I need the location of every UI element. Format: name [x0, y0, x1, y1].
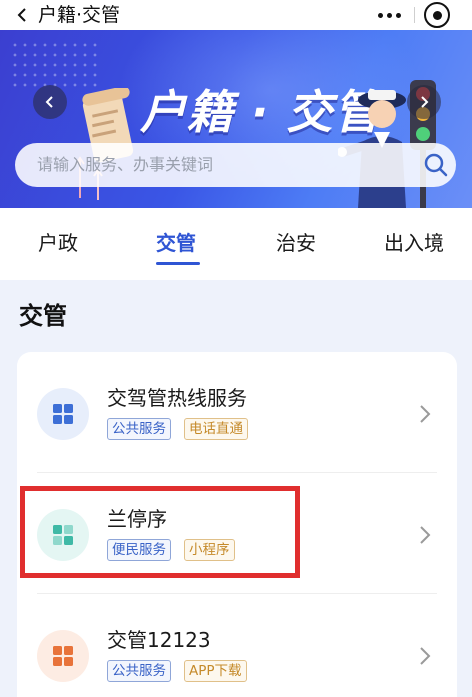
- nav-bar: 户籍·交管: [0, 0, 472, 30]
- chevron-right-icon: [420, 526, 431, 544]
- service-tag: 公共服务: [107, 418, 171, 440]
- service-tag: APP下载: [184, 660, 247, 682]
- list-item-12123[interactable]: 交管12123 公共服务 APP下载: [17, 594, 457, 697]
- active-tab-indicator: [156, 262, 200, 265]
- service-name: 交驾管热线服务: [107, 386, 247, 410]
- nav-divider: [414, 7, 415, 23]
- section-title: 交管: [19, 302, 67, 330]
- more-dots-icon[interactable]: [372, 6, 406, 24]
- search-icon[interactable]: [423, 152, 449, 178]
- app-grid-icon: [37, 630, 89, 682]
- app-grid-icon: [37, 388, 89, 440]
- banner-dot-pattern: [10, 40, 100, 90]
- chevron-right-icon: [420, 405, 431, 423]
- back-arrow-icon[interactable]: [10, 3, 34, 27]
- service-tag: 公共服务: [107, 660, 171, 682]
- banner: 户籍 · 交管 请输入服务、办事关键词: [0, 30, 472, 208]
- banner-next-arrow-icon[interactable]: [407, 85, 441, 119]
- page-title: 户籍·交管: [38, 4, 121, 26]
- tab-zhian[interactable]: 治安: [276, 230, 316, 256]
- search-placeholder: 请输入服务、办事关键词: [37, 155, 214, 174]
- tab-churujing[interactable]: 出入境: [384, 230, 444, 256]
- search-input[interactable]: 请输入服务、办事关键词: [15, 143, 456, 187]
- target-circle-icon[interactable]: [424, 2, 450, 28]
- chevron-right-icon: [420, 647, 431, 665]
- tab-jiaoguan[interactable]: 交管: [156, 230, 196, 256]
- tab-huzheng[interactable]: 户政: [38, 230, 78, 256]
- list-item-hotline[interactable]: 交驾管热线服务 公共服务 电话直通: [17, 352, 457, 472]
- service-tag: 电话直通: [184, 418, 248, 440]
- banner-prev-arrow-icon[interactable]: [33, 85, 67, 119]
- highlight-box: [20, 486, 300, 578]
- category-tabs: 户政 交管 治安 出入境: [0, 208, 472, 280]
- service-name: 交管12123: [107, 628, 211, 652]
